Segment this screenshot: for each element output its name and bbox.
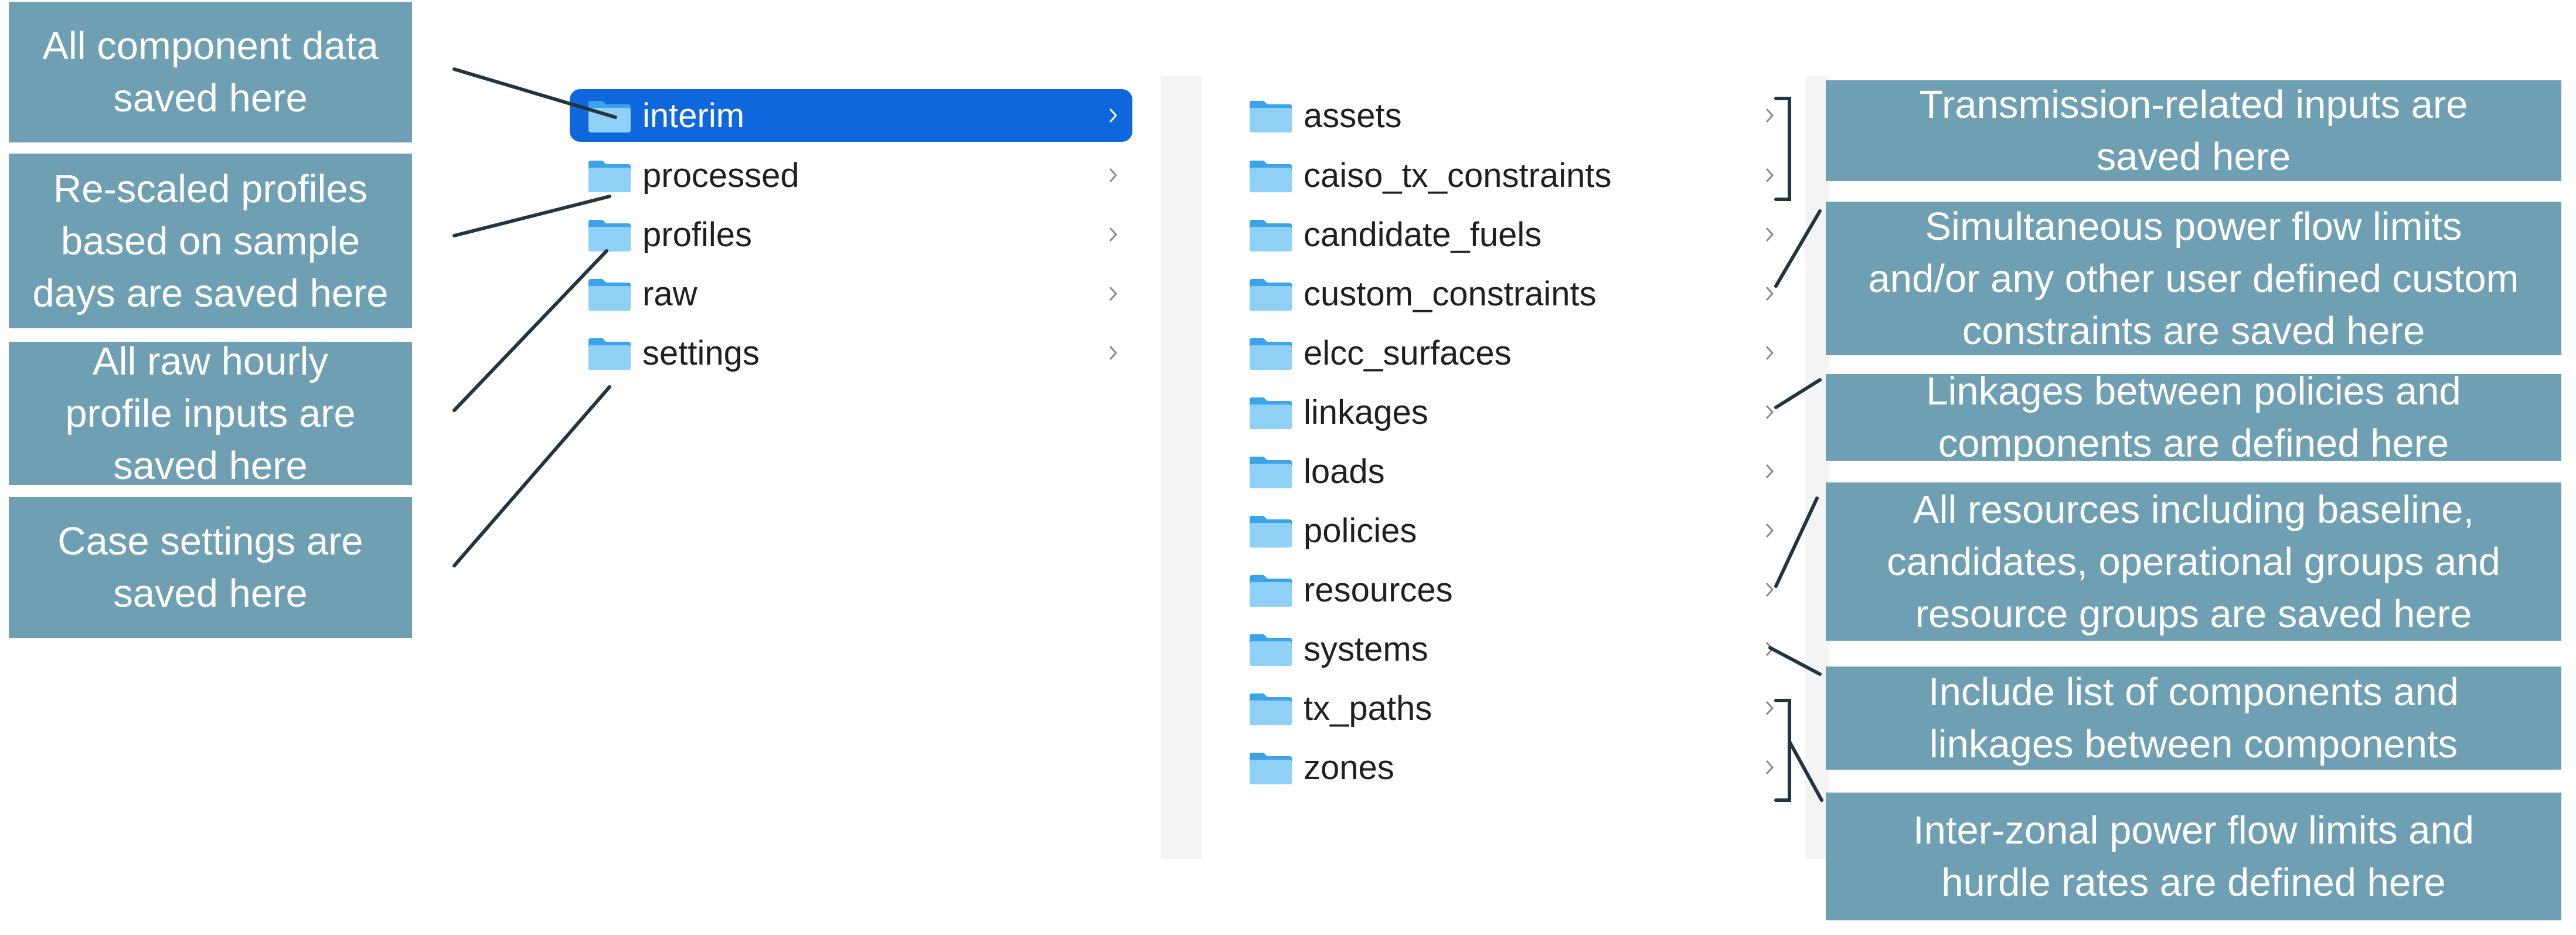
connector-line: [452, 195, 611, 237]
connector-line: [1774, 378, 1822, 409]
connector-line: [452, 67, 617, 119]
connector-lines: [452, 67, 1823, 802]
connector-line: [1774, 209, 1822, 288]
connector-line: [1788, 740, 1823, 802]
connector-line: [1768, 646, 1822, 676]
connector-line: [452, 249, 608, 412]
connector-line: [452, 385, 611, 567]
connector-line: [1774, 497, 1819, 588]
bracket: [1774, 97, 1791, 201]
bracket: [1774, 699, 1791, 802]
